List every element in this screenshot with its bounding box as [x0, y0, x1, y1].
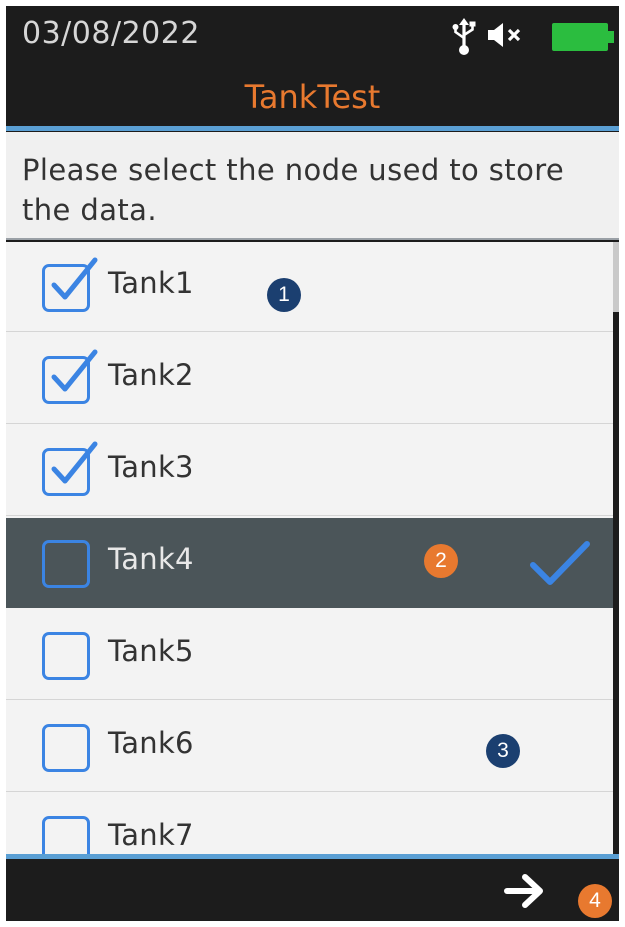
- list-item[interactable]: Tank4: [6, 518, 613, 608]
- status-date: 03/08/2022: [22, 16, 200, 51]
- title-bar: TankTest: [6, 66, 619, 126]
- list-item[interactable]: Tank2: [6, 334, 613, 424]
- checkbox-unchecked[interactable]: [42, 724, 90, 772]
- list-item-label: Tank6: [108, 726, 194, 760]
- status-bar: 03/08/2022: [6, 6, 619, 66]
- checkmark-icon: [51, 257, 98, 300]
- battery-full-icon: [552, 23, 614, 51]
- checkbox-checked[interactable]: [42, 441, 98, 496]
- device-screen: 03/08/2022 TankTest Please select the no…: [6, 6, 619, 921]
- node-list[interactable]: Tank1 Tank2 Tank3 Tank4 Tank5 Tank6 Tank7: [6, 242, 619, 854]
- app-title: TankTest: [244, 78, 381, 116]
- checkbox-unchecked[interactable]: [42, 816, 90, 854]
- list-item-label: Tank2: [108, 358, 194, 392]
- scrollbar-track[interactable]: [613, 242, 619, 854]
- checkbox-checked[interactable]: [42, 257, 98, 312]
- prompt-text: Please select the node used to store the…: [22, 153, 565, 227]
- list-item[interactable]: Tank7: [6, 794, 613, 854]
- header-divider: [6, 126, 619, 131]
- checkmark-icon: [51, 349, 98, 392]
- list-item-label: Tank4: [108, 542, 194, 576]
- list-item-label: Tank3: [108, 450, 194, 484]
- list-item[interactable]: Tank6: [6, 702, 613, 792]
- usb-icon: [452, 18, 476, 55]
- list-item[interactable]: Tank1: [6, 242, 613, 332]
- arrow-right-icon[interactable]: [503, 872, 547, 910]
- selected-checkmark-icon: [530, 541, 590, 585]
- checkbox-checked[interactable]: [42, 349, 98, 404]
- callout-marker: 2: [424, 544, 458, 578]
- list-item-label: Tank5: [108, 634, 194, 668]
- bottom-bar: [6, 860, 619, 921]
- checkbox-unchecked[interactable]: [42, 632, 90, 680]
- callout-marker: 1: [267, 278, 301, 312]
- list-item[interactable]: Tank5: [6, 610, 613, 700]
- list-item[interactable]: Tank3: [6, 426, 613, 516]
- speaker-muted-icon: [488, 23, 521, 47]
- callout-marker: 3: [486, 734, 520, 768]
- checkbox-unchecked[interactable]: [42, 540, 90, 588]
- prompt-panel: Please select the node used to store the…: [6, 132, 619, 240]
- scrollbar-thumb[interactable]: [613, 242, 619, 312]
- callout-marker: 4: [578, 884, 612, 918]
- footer-divider: [6, 854, 619, 859]
- list-item-label: Tank1: [108, 266, 194, 300]
- list-item-label: Tank7: [108, 818, 194, 852]
- checkmark-icon: [51, 441, 98, 484]
